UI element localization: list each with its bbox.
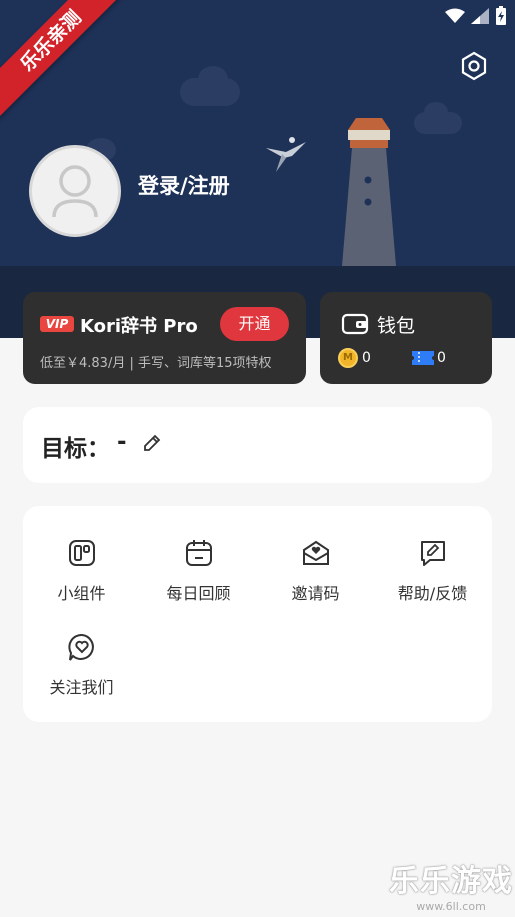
tool-label: 关注我们 bbox=[49, 678, 114, 697]
avatar[interactable] bbox=[29, 145, 121, 237]
coin-count: 0 bbox=[362, 350, 371, 366]
vip-subtitle: 低至￥4.83/月 | 手写、词库等15项特权 bbox=[40, 356, 272, 371]
heart-chat-icon bbox=[67, 633, 94, 661]
wifi-icon bbox=[445, 8, 465, 23]
coin-icon: M bbox=[338, 348, 358, 368]
invite-mail-icon bbox=[302, 540, 329, 565]
watermark-logo: 乐乐游戏 www.6ll.com bbox=[389, 856, 513, 913]
tool-widget[interactable]: 小组件 bbox=[23, 538, 140, 604]
battery-icon bbox=[496, 6, 506, 25]
vip-badge-icon: VIP bbox=[40, 316, 74, 332]
tool-follow-us[interactable]: 关注我们 bbox=[23, 632, 140, 698]
tool-label: 帮助/反馈 bbox=[397, 584, 468, 603]
settings-icon[interactable] bbox=[458, 50, 490, 82]
watermark-title: 乐乐游戏 bbox=[389, 864, 513, 899]
calendar-icon bbox=[185, 540, 212, 566]
goal-card: 目标： - bbox=[23, 407, 492, 483]
vip-title: Kori辞书 Pro bbox=[80, 316, 198, 337]
tool-invite-code[interactable]: 邀请码 bbox=[257, 538, 374, 604]
tools-grid: 小组件 每日回顾 邀请码 帮助/反馈 关注我们 bbox=[23, 506, 492, 722]
user-placeholder-icon bbox=[52, 165, 98, 218]
ticket-icon bbox=[412, 351, 434, 365]
tool-help-feedback[interactable]: 帮助/反馈 bbox=[374, 538, 491, 604]
lighthouse-illustration bbox=[342, 118, 396, 266]
cloud-decoration bbox=[198, 66, 228, 92]
tool-label: 小组件 bbox=[57, 584, 106, 603]
signal-icon bbox=[471, 8, 489, 24]
wallet-icon bbox=[341, 313, 369, 335]
seagull-illustration bbox=[266, 137, 306, 172]
tool-label: 邀请码 bbox=[291, 584, 340, 603]
watermark-url: www.6ll.com bbox=[416, 900, 486, 913]
vip-card[interactable]: VIP Kori辞书 Pro 开通 低至￥4.83/月 | 手写、词库等15项特… bbox=[23, 292, 306, 384]
login-register-link[interactable]: 登录/注册 bbox=[138, 170, 230, 200]
wallet-card[interactable]: 钱包 M 0 0 bbox=[320, 292, 492, 384]
cloud-decoration bbox=[424, 102, 448, 122]
tool-label: 每日回顾 bbox=[166, 584, 231, 603]
edit-pencil-icon[interactable] bbox=[142, 433, 162, 453]
ticket-count: 0 bbox=[437, 350, 446, 366]
status-icons bbox=[445, 6, 507, 26]
widget-icon bbox=[68, 540, 95, 566]
feedback-edit-icon bbox=[420, 541, 445, 566]
vip-open-button[interactable]: 开通 bbox=[220, 307, 289, 341]
tool-daily-review[interactable]: 每日回顾 bbox=[140, 538, 257, 604]
goal-label: 目标： bbox=[41, 436, 110, 462]
wallet-title: 钱包 bbox=[377, 315, 416, 337]
goal-value: - bbox=[117, 429, 127, 455]
